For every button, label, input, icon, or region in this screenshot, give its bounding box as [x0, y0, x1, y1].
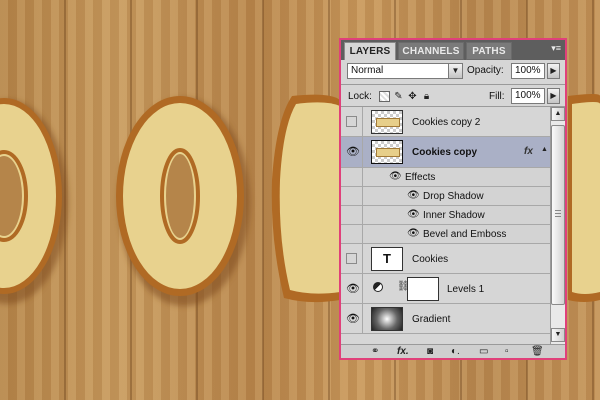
chevron-down-icon[interactable]: ▼ — [448, 63, 463, 79]
layer-mask-thumbnail — [407, 277, 439, 301]
effect-name: Bevel and Emboss — [423, 229, 507, 240]
fill-slider-arrow-icon[interactable]: ▶ — [547, 88, 560, 104]
eye-icon[interactable]: 👁︎ — [346, 145, 360, 158]
new-adjustment-layer-icon[interactable]: ◐. — [451, 345, 460, 358]
scrollbar-thumb[interactable] — [551, 125, 565, 305]
type-layer-icon: T — [371, 247, 403, 271]
lock-position-icon[interactable]: ✥ — [407, 91, 418, 102]
layer-thumbnail — [371, 110, 403, 134]
layer-row-cookies[interactable]: T Cookies — [341, 244, 550, 274]
effect-row-bevel-emboss[interactable]: 👁︎ Bevel and Emboss — [341, 225, 550, 244]
eye-icon[interactable]: 👁︎ — [407, 228, 420, 239]
eye-icon[interactable]: 👁︎ — [346, 282, 360, 295]
layer-row-levels-1[interactable]: 👁︎ ⛓︎ Levels 1 — [341, 274, 550, 304]
effect-name: Inner Shadow — [423, 210, 485, 221]
fill-input[interactable]: 100% — [511, 88, 545, 104]
trash-icon[interactable]: 🗑︎ — [531, 345, 544, 358]
add-layer-style-icon[interactable]: fx. — [397, 345, 409, 358]
tab-channels[interactable]: CHANNELS — [398, 42, 464, 60]
fx-icon[interactable]: fx — [524, 146, 533, 157]
layer-name: Cookies copy 2 — [412, 117, 481, 128]
scroll-down-icon[interactable]: ▼ — [551, 328, 565, 342]
layer-name: Cookies copy — [412, 147, 478, 158]
blend-mode-select[interactable]: Normal ▼ — [347, 63, 463, 79]
layers-list: Cookies copy 2 👁︎ Cookies copy fx ▲ 👁︎ E… — [341, 107, 550, 344]
effect-row-drop-shadow[interactable]: 👁︎ Drop Shadow — [341, 187, 550, 206]
eye-icon[interactable]: 👁︎ — [407, 190, 420, 201]
layer-name: Cookies — [412, 254, 449, 265]
add-mask-icon[interactable]: ◙ — [427, 345, 433, 358]
layer-thumbnail — [371, 307, 403, 331]
panel-tab-bar: LAYERS CHANNELS PATHS ▾≡ — [341, 40, 565, 60]
lock-all-icon[interactable]: 🔒︎ — [421, 91, 432, 102]
eye-icon[interactable]: 👁︎ — [389, 171, 402, 182]
tab-layers[interactable]: LAYERS — [344, 42, 396, 60]
lock-image-pixels-icon[interactable]: ✎ — [393, 91, 404, 102]
new-layer-icon[interactable]: ▫ — [505, 345, 509, 358]
opacity-label: Opacity: — [467, 65, 504, 76]
tab-paths[interactable]: PATHS — [466, 42, 512, 60]
lock-label: Lock: — [348, 91, 372, 102]
layer-name: Gradient — [412, 314, 451, 325]
layer-row-cookies-copy-2[interactable]: Cookies copy 2 — [341, 107, 550, 137]
layer-row-cookies-copy[interactable]: 👁︎ Cookies copy fx ▲ — [341, 137, 550, 168]
cookie-letter-o-1 — [0, 98, 68, 304]
layer-row-gradient[interactable]: 👁︎ Gradient — [341, 304, 550, 334]
collapse-effects-icon[interactable]: ▲ — [541, 146, 548, 153]
panel-menu-icon[interactable]: ▾≡ — [551, 43, 561, 54]
visibility-toggle-empty[interactable] — [346, 253, 357, 264]
layer-thumbnail — [371, 140, 403, 164]
layers-panel: LAYERS CHANNELS PATHS ▾≡ Normal ▼ Opacit… — [339, 38, 567, 360]
new-group-icon[interactable]: ▭ — [479, 345, 488, 358]
blend-mode-value: Normal — [351, 65, 384, 76]
cookie-letter-o-2 — [116, 96, 250, 306]
layer-name: Levels 1 — [447, 284, 485, 295]
opacity-input[interactable]: 100% — [511, 63, 545, 79]
panel-bottom-toolbar: ⚭ fx. ◙ ◐. ▭ ▫ 🗑︎ — [341, 344, 565, 358]
scroll-up-icon[interactable]: ▲ — [551, 107, 565, 121]
fill-label: Fill: — [489, 91, 505, 102]
opacity-slider-arrow-icon[interactable]: ▶ — [547, 63, 560, 79]
cookie-letter-partial — [271, 94, 340, 303]
link-layers-icon[interactable]: ⚭ — [371, 345, 379, 358]
effects-row[interactable]: 👁︎ Effects — [341, 168, 550, 187]
effect-name: Drop Shadow — [423, 191, 484, 202]
visibility-toggle-empty[interactable] — [346, 116, 357, 127]
lock-transparent-pixels-icon[interactable] — [379, 91, 390, 102]
eye-icon[interactable]: 👁︎ — [407, 209, 420, 220]
effect-row-inner-shadow[interactable]: 👁︎ Inner Shadow — [341, 206, 550, 225]
divider — [341, 84, 565, 85]
layers-scrollbar[interactable]: ▲ ▼ — [550, 107, 565, 344]
adjustment-layer-icon — [373, 282, 383, 292]
effects-label: Effects — [405, 172, 436, 183]
cookie-letter-edge — [568, 94, 600, 302]
eye-icon[interactable]: 👁︎ — [346, 312, 360, 325]
